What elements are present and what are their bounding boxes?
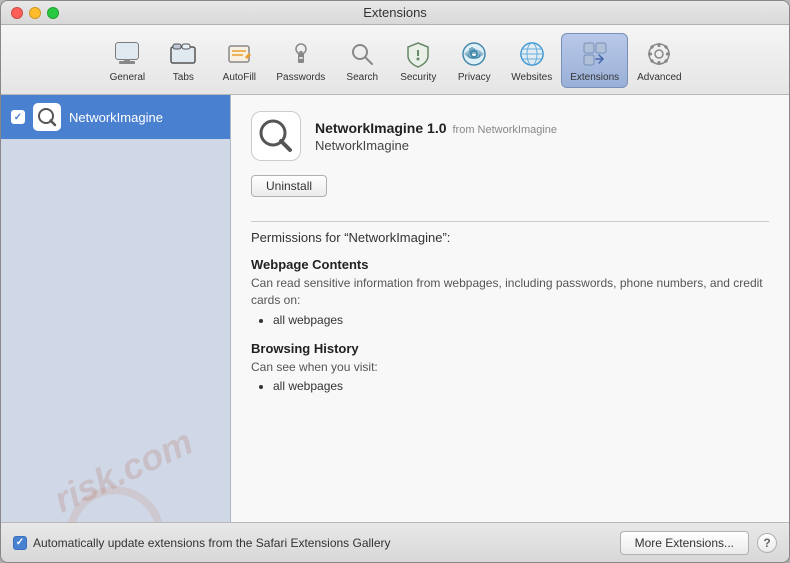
window: Extensions General <box>0 0 790 563</box>
toolbar-item-advanced[interactable]: Advanced <box>628 33 690 88</box>
more-extensions-button[interactable]: More Extensions... <box>620 531 749 555</box>
autofill-icon <box>223 38 255 70</box>
toolbar-item-websites[interactable]: Websites <box>502 33 561 88</box>
general-label: General <box>110 72 146 83</box>
toolbar-item-tabs[interactable]: Tabs <box>155 33 211 88</box>
advanced-icon <box>643 38 675 70</box>
title-bar: Extensions <box>1 1 789 25</box>
security-icon <box>402 38 434 70</box>
permission-section-webpage: Webpage Contents Can read sensitive info… <box>251 257 769 327</box>
permissions-heading: Permissions for “NetworkImagine”: <box>251 230 769 245</box>
extensions-label: Extensions <box>570 72 619 83</box>
websites-icon <box>516 38 548 70</box>
privacy-icon <box>458 38 490 70</box>
main-content: ✓ NetworkImagine risk.com <box>1 95 789 522</box>
traffic-lights <box>11 7 59 19</box>
permission-desc-history: Can see when you visit: <box>251 359 769 376</box>
tabs-icon <box>167 38 199 70</box>
ext-name: NetworkImagine 1.0 <box>315 120 447 136</box>
ext-header: NetworkImagine 1.0 from NetworkImagine N… <box>251 111 769 161</box>
divider <box>251 221 769 222</box>
privacy-label: Privacy <box>458 72 491 83</box>
footer-checkbox[interactable]: ✓ <box>13 536 27 550</box>
toolbar-item-search[interactable]: Search <box>334 33 390 88</box>
detail-panel: NetworkImagine 1.0 from NetworkImagine N… <box>231 95 789 522</box>
sidebar-watermark: risk.com <box>2 367 230 517</box>
footer-checkbox-wrap: ✓ Automatically update extensions from t… <box>13 536 612 550</box>
toolbar-item-general[interactable]: General <box>99 33 155 88</box>
permission-section-history: Browsing History Can see when you visit:… <box>251 341 769 394</box>
permission-list-item: all webpages <box>273 379 769 393</box>
sidebar-ext-icon <box>33 103 61 131</box>
toolbar-item-privacy[interactable]: Privacy <box>446 33 502 88</box>
maximize-button[interactable] <box>47 7 59 19</box>
sidebar-item-networkimagine[interactable]: ✓ NetworkImagine <box>1 95 230 139</box>
security-label: Security <box>400 72 436 83</box>
permission-list-webpage: all webpages <box>251 313 769 327</box>
extensions-icon <box>579 38 611 70</box>
close-button[interactable] <box>11 7 23 19</box>
ext-icon-large <box>251 111 301 161</box>
toolbar: General Tabs Au <box>1 25 789 95</box>
search-label: Search <box>346 72 378 83</box>
permission-list-history: all webpages <box>251 379 769 393</box>
sidebar-checkbox[interactable]: ✓ <box>11 110 25 124</box>
toolbar-item-extensions[interactable]: Extensions <box>561 33 628 88</box>
footer: ✓ Automatically update extensions from t… <box>1 522 789 562</box>
sidebar-item-name: NetworkImagine <box>69 110 163 125</box>
permission-desc-webpage: Can read sensitive information from webp… <box>251 275 769 309</box>
ext-subtitle: NetworkImagine <box>315 138 769 153</box>
permission-heading-webpage: Webpage Contents <box>251 257 769 272</box>
search-icon <box>346 38 378 70</box>
ext-from: from NetworkImagine <box>453 124 558 136</box>
window-title: Extensions <box>363 5 427 20</box>
autofill-label: AutoFill <box>223 72 256 83</box>
websites-label: Websites <box>511 72 552 83</box>
uninstall-button[interactable]: Uninstall <box>251 175 327 197</box>
toolbar-item-passwords[interactable]: Passwords <box>267 33 334 88</box>
sidebar: ✓ NetworkImagine risk.com <box>1 95 231 522</box>
footer-checkbox-label: Automatically update extensions from the… <box>33 536 391 550</box>
passwords-icon <box>285 38 317 70</box>
toolbar-item-autofill[interactable]: AutoFill <box>211 33 267 88</box>
toolbar-item-security[interactable]: Security <box>390 33 446 88</box>
advanced-label: Advanced <box>637 72 681 83</box>
ext-title-block: NetworkImagine 1.0 from NetworkImagine N… <box>315 120 769 153</box>
passwords-label: Passwords <box>276 72 325 83</box>
minimize-button[interactable] <box>29 7 41 19</box>
general-icon <box>111 38 143 70</box>
permission-list-item: all webpages <box>273 313 769 327</box>
help-button[interactable]: ? <box>757 533 777 553</box>
permission-heading-history: Browsing History <box>251 341 769 356</box>
tabs-label: Tabs <box>173 72 194 83</box>
